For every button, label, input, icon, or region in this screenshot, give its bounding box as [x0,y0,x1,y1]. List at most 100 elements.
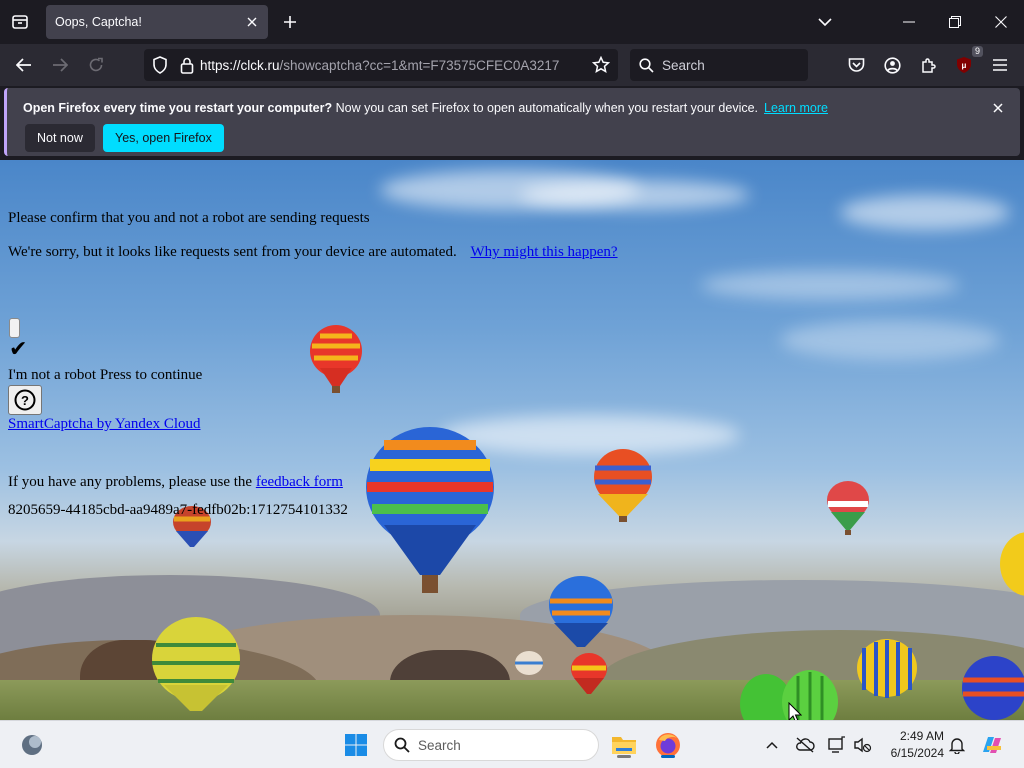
file-explorer-button[interactable] [608,729,640,761]
notification-message: Open Firefox every time you restart your… [23,101,828,115]
clock-time: 2:49 AM [899,729,944,743]
why-might-this-happen-link[interactable]: Why might this happen? [470,244,617,260]
restore-icon [949,16,961,28]
system-clock[interactable]: 2:49 AM 6/15/2024 [880,728,944,762]
arrow-right-icon [53,58,68,72]
chevron-down-icon [818,18,832,27]
extensions-button[interactable] [914,51,942,79]
default-browser-notification: Open Firefox every time you restart your… [4,88,1020,156]
windows-taskbar: Search 2:49 AM 6/15/2024 [0,720,1024,768]
firefox-taskbar-button[interactable] [652,729,684,761]
star-icon [592,56,610,74]
search-icon [394,737,410,753]
search-placeholder: Search [662,57,705,73]
tab-title: Oops, Captcha! [55,15,142,29]
tab-captcha[interactable]: Oops, Captcha! [46,5,268,39]
navigation-toolbar: https://clck.ru/showcaptcha?cc=1&mt=F735… [0,44,1024,86]
app-menu-button[interactable] [986,51,1014,79]
active-indicator [661,755,675,758]
help-button[interactable]: ? [8,385,42,415]
not-now-button[interactable]: Not now [25,124,95,152]
copilot-icon [983,737,1001,753]
reload-icon [89,57,103,72]
notifications-button[interactable] [942,729,972,761]
url-path: /showcaptcha?cc=1&mt=F73575CFEC0A3217 [279,57,560,73]
question-circle-icon: ? [14,389,36,411]
close-icon [247,17,257,27]
checkmark-icon: ✔ [9,336,28,361]
pocket-button[interactable] [842,51,870,79]
chevron-up-icon [766,741,778,749]
volume-button[interactable] [848,729,878,761]
bookmark-button[interactable] [592,56,610,74]
taskbar-search-placeholder: Search [418,737,461,753]
lock-icon [180,57,194,74]
list-tabs-dropdown[interactable] [808,8,842,36]
ublock-extension-button[interactable]: μ 9 [950,46,983,79]
tab-manager-icon [12,15,28,29]
tab-bar: Oops, Captcha! [0,0,1024,44]
cloud-offline-icon [796,737,815,753]
captcha-heading: Please confirm that you and not a robot … [8,210,370,226]
ublock-shield-icon: μ [957,57,971,73]
taskbar-search-box[interactable]: Search [383,729,599,761]
search-icon [639,57,654,73]
windows-logo-icon [345,734,367,756]
new-tab-button[interactable] [276,8,304,36]
clock-date: 6/15/2024 [890,746,944,760]
bell-icon [949,738,965,754]
speaker-muted-icon [854,737,872,753]
account-button[interactable] [878,51,906,79]
reload-button[interactable] [82,51,110,79]
yes-open-firefox-button[interactable]: Yes, open Firefox [103,124,224,152]
restore-button[interactable] [938,8,972,36]
close-tab-button[interactable] [240,10,264,34]
notification-title: Open Firefox every time you restart your… [23,101,333,115]
close-icon [993,103,1003,113]
hamburger-menu-icon [993,59,1007,71]
feedback-form-link[interactable]: feedback form [256,474,343,490]
request-id: 8205659-44185cbd-aa9489a7-fedfb02b:17127… [8,502,348,518]
not-a-robot-label[interactable]: I'm not a robot Press to continue [8,367,202,384]
pocket-icon [848,58,864,72]
list-all-tabs-button[interactable] [4,6,36,38]
sorry-text: We're sorry, but it looks like requests … [8,244,457,260]
notification-text: Now you can set Firefox to open automati… [332,101,759,115]
url-text[interactable]: https://clck.ru/showcaptcha?cc=1&mt=F735… [194,58,592,73]
forward-button[interactable] [46,51,74,79]
shield-icon [153,56,167,74]
page-content: Please confirm that you and not a robot … [0,160,1024,721]
puzzle-icon [921,57,936,73]
automated-requests-message: We're sorry, but it looks like requests … [8,244,618,261]
robot-checkbox[interactable] [9,318,20,338]
tracking-protection-button[interactable] [152,56,168,74]
minimize-icon [903,21,915,23]
show-hidden-icons-button[interactable] [757,729,787,761]
close-notification-button[interactable] [988,98,1008,118]
weather-widget-icon [22,735,42,755]
address-bar[interactable]: https://clck.ru/showcaptcha?cc=1&mt=F735… [144,49,618,81]
url-host: https://clck.ru [200,57,280,73]
plus-icon [284,16,296,28]
close-icon [995,16,1007,28]
account-icon [883,56,901,74]
close-window-button[interactable] [984,8,1018,36]
svg-text:?: ? [21,393,29,408]
search-bar[interactable]: Search [630,49,808,81]
learn-more-link[interactable]: Learn more [764,101,828,115]
problems-text: If you have any problems, please use the [8,474,256,490]
onedrive-button[interactable] [790,729,820,761]
feedback-message: If you have any problems, please use the… [8,474,343,491]
widgets-button[interactable] [16,729,48,761]
start-button[interactable] [340,729,372,761]
extension-badge: 9 [971,46,983,57]
svg-text:μ: μ [962,61,967,70]
smartcaptcha-link[interactable]: SmartCaptcha by Yandex Cloud [8,416,201,433]
back-button[interactable] [10,51,38,79]
folder-icon [612,737,636,754]
site-info-button[interactable] [180,57,194,74]
minimize-button[interactable] [892,8,926,36]
copilot-button[interactable] [976,729,1008,761]
running-indicator [617,755,631,758]
display-network-icon [828,736,845,753]
